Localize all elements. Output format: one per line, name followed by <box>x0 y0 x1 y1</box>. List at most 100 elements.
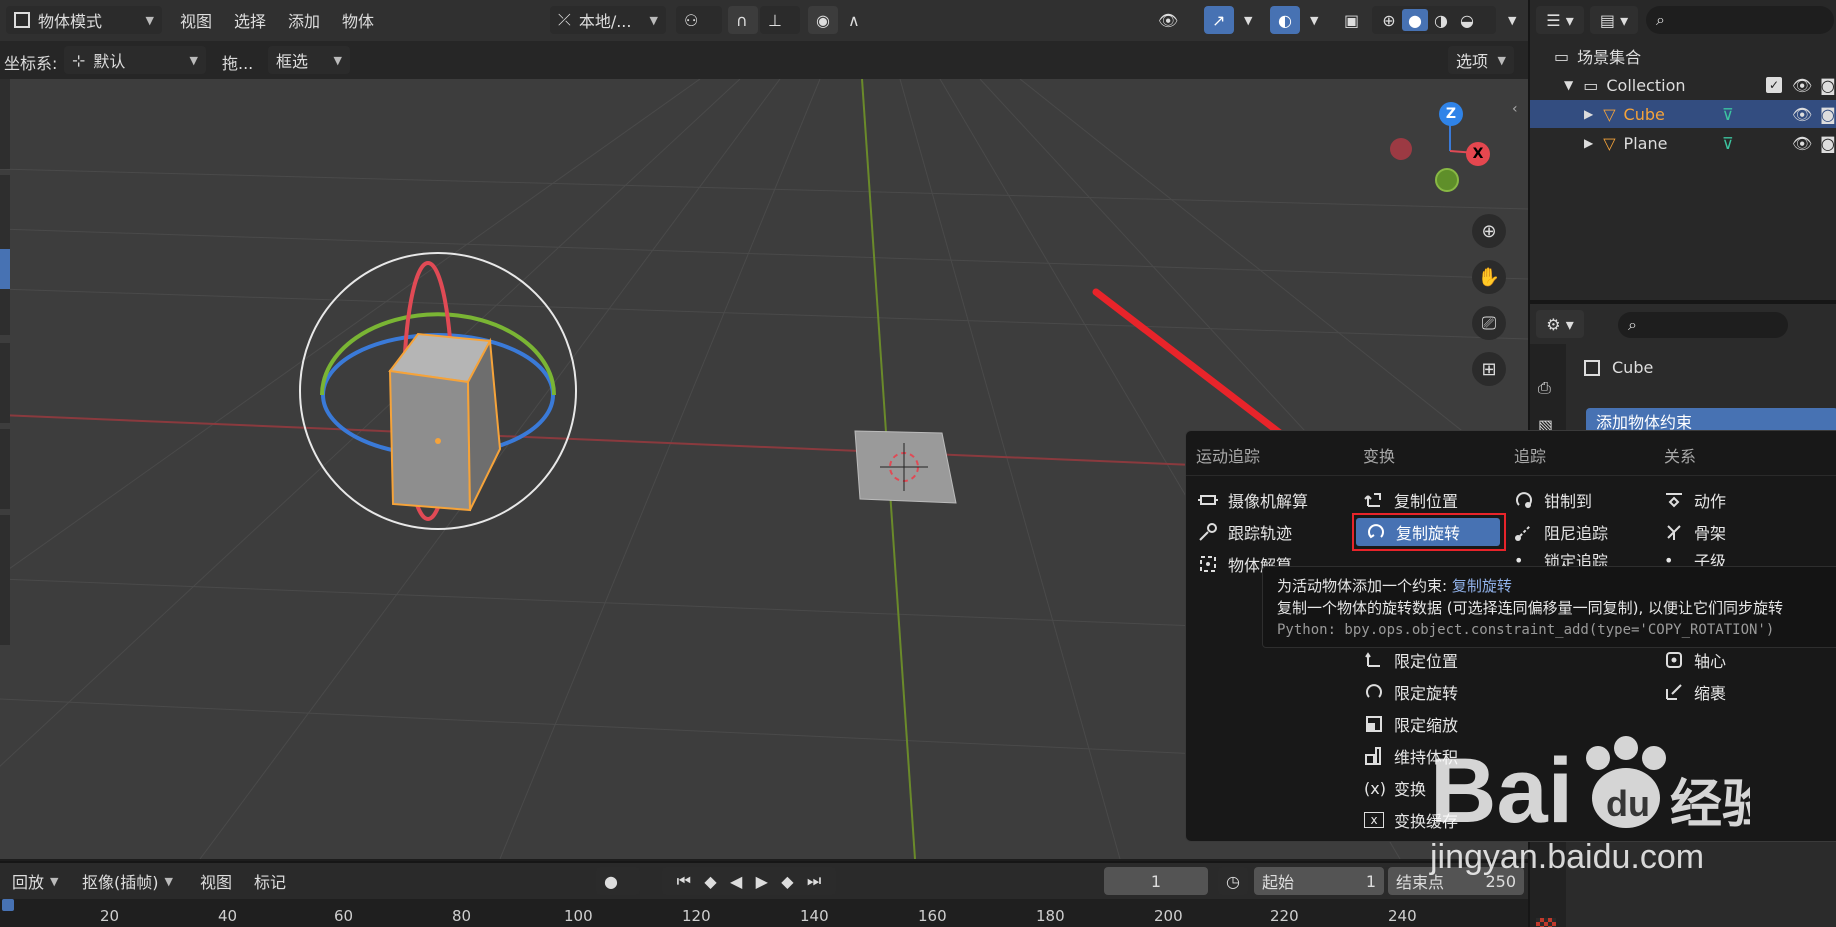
visibility-dropdown[interactable]: 👁 <box>1150 6 1194 34</box>
sidebar-toggle-icon[interactable]: ‹ <box>1512 101 1518 117</box>
snap-toggle[interactable]: ∩ <box>728 6 758 34</box>
start-frame-field[interactable]: 起始 1 <box>1254 867 1384 895</box>
current-frame-field[interactable]: 1 <box>1104 867 1208 895</box>
plane-label: Plane <box>1623 133 1668 153</box>
jump-end-icon[interactable]: ⏭ <box>807 871 821 891</box>
mesh-data-icon[interactable]: ⊽ <box>1722 134 1734 153</box>
drag-mode-dropdown[interactable]: 框选 ▼ <box>268 46 350 74</box>
mesh-object-icon: ▽ <box>1603 133 1616 153</box>
menu-item-shrinkwrap[interactable]: 缩裹 <box>1654 678 1726 706</box>
perspective-grid-icon[interactable]: ⊞ <box>1472 352 1506 386</box>
timeline-view-menu[interactable]: 视图 <box>192 867 240 895</box>
eye-icon[interactable]: 👁 <box>1792 134 1812 153</box>
overlays-dropdown[interactable]: ▼ <box>1302 6 1322 34</box>
mode-dropdown[interactable]: 物体模式 ▼ <box>6 6 162 34</box>
camera-icon[interactable]: ◙ <box>1820 105 1836 124</box>
navigation-gizmo[interactable]: Z X <box>1380 99 1500 209</box>
proportional-edit-toggle[interactable]: ◉ <box>808 6 838 34</box>
camera-icon[interactable]: ◙ <box>1820 76 1836 95</box>
z-axis-handle[interactable]: Z <box>1439 102 1463 126</box>
tab-texture-icon[interactable] <box>1536 918 1556 927</box>
coordinate-system-dropdown[interactable]: ⊹ 默认 ▼ <box>64 46 206 74</box>
menu-item-limit-location[interactable]: 限定位置 <box>1354 646 1458 674</box>
menu-object[interactable]: 物体 <box>334 6 382 34</box>
auto-keying-toggle[interactable]: ● <box>596 867 640 895</box>
expand-arrow-icon[interactable]: ▼ <box>1564 78 1573 92</box>
timeline-marker-menu[interactable]: 标记 <box>246 867 294 895</box>
menu-item-camera-solver[interactable]: 摄像机解算 <box>1188 486 1308 514</box>
cube-front-face[interactable] <box>388 369 472 512</box>
menu-item-action[interactable]: 动作 <box>1654 486 1726 514</box>
neg-y-handle[interactable] <box>1435 168 1459 192</box>
ruler-tick: 60 <box>334 907 354 925</box>
menu-item-pivot[interactable]: 轴心 <box>1654 646 1726 674</box>
expand-arrow-icon[interactable]: ▶ <box>1584 107 1593 121</box>
shading-dropdown[interactable]: ▼ <box>1500 6 1520 34</box>
snap-target-dropdown[interactable]: ⊥ <box>760 6 800 34</box>
menu-item-clamp-to[interactable]: 钳制到 <box>1504 486 1592 514</box>
menu-add[interactable]: 添加 <box>280 6 328 34</box>
orientation-icon: ⤫ <box>558 10 571 29</box>
x-axis-handle[interactable]: X <box>1466 142 1490 166</box>
properties-search-input[interactable]: ⌕ <box>1618 312 1788 338</box>
menu-item-armature[interactable]: 骨架 <box>1654 518 1726 546</box>
damped-track-icon <box>1515 525 1531 541</box>
gizmo-dropdown[interactable]: ▼ <box>1236 6 1256 34</box>
outliner-row-cube[interactable]: ▶ ▽ Cube ⊽ 👁 ◙ <box>1530 100 1836 128</box>
pivot-point-dropdown[interactable]: ⚇ <box>676 6 722 34</box>
follow-track-label: 跟踪轨迹 <box>1228 524 1293 543</box>
options-dropdown[interactable]: 选项 ▼ <box>1448 46 1514 74</box>
material-shading-icon[interactable]: ◑ <box>1428 11 1454 30</box>
jump-start-icon[interactable]: ⏮ <box>677 871 691 891</box>
transform-orientation-dropdown[interactable]: ⤫ 本地/... ▼ <box>550 6 666 34</box>
solid-shading-icon[interactable]: ● <box>1402 9 1428 31</box>
eye-icon[interactable]: 👁 <box>1792 105 1812 124</box>
wireframe-shading-icon[interactable]: ⊕ <box>1376 11 1402 30</box>
menu-item-follow-track[interactable]: 跟踪轨迹 <box>1188 518 1292 546</box>
pan-hand-icon[interactable]: ✋ <box>1472 260 1506 294</box>
gizmo-toggle[interactable]: ↗ <box>1204 6 1234 34</box>
eye-icon[interactable]: 👁 <box>1792 76 1812 95</box>
playhead[interactable] <box>2 899 14 911</box>
tab-output-icon[interactable]: ⎙ <box>1538 378 1551 398</box>
neg-x-handle[interactable] <box>1390 138 1412 160</box>
overlays-toggle[interactable]: ◐ <box>1270 6 1300 34</box>
prev-keyframe-icon[interactable]: ◆ <box>704 872 716 891</box>
timeline-ruler[interactable]: 20 40 60 80 100 120 140 160 180 200 220 … <box>0 899 1528 927</box>
coord-value: 默认 <box>93 52 126 71</box>
mesh-data-icon[interactable]: ⊽ <box>1722 105 1734 124</box>
menu-view[interactable]: 视图 <box>172 6 220 34</box>
keying-dropdown[interactable]: 抠像(插帧) ▼ <box>74 867 181 895</box>
menu-select[interactable]: 选择 <box>226 6 274 34</box>
camera-icon[interactable]: ◙ <box>1820 134 1836 153</box>
menu-item-damped-track[interactable]: 阻尼追踪 <box>1504 518 1608 546</box>
menu-item-limit-rotation[interactable]: 限定旋转 <box>1354 678 1458 706</box>
timeline-editor: 回放 ▼ 抠像(插帧) ▼ 视图 标记 ● ⏮ ◆ ◀ ▶ ◆ ⏭ 1 ◷ 起始 1… <box>0 861 1528 927</box>
camera-view-icon[interactable]: ⎚ <box>1472 306 1506 340</box>
display-mode-dropdown[interactable]: ▤ ▾ <box>1590 6 1638 34</box>
exclude-checkbox[interactable]: ✓ <box>1766 77 1782 93</box>
ruler-tick: 140 <box>800 907 829 925</box>
editor-type-dropdown[interactable]: ☰ ▾ <box>1536 6 1584 34</box>
next-keyframe-icon[interactable]: ◆ <box>781 872 793 891</box>
xray-toggle[interactable]: ▣ <box>1336 6 1366 34</box>
stopwatch-icon: ◷ <box>1226 871 1240 891</box>
menu-item-copy-location[interactable]: 复制位置 <box>1354 486 1458 514</box>
zoom-icon[interactable]: ⊕ <box>1472 214 1506 248</box>
scene-collection-row[interactable]: ▭ 场景集合 <box>1530 42 1836 70</box>
menu-item-transformation[interactable]: (x) 变换 <box>1354 774 1426 802</box>
active-tool-indicator[interactable] <box>0 249 10 289</box>
preview-range-toggle[interactable]: ◷ <box>1218 867 1248 895</box>
play-icon[interactable]: ▶ <box>756 872 768 891</box>
properties-editor-dropdown[interactable]: ⚙ ▾ <box>1536 310 1584 338</box>
expand-arrow-icon[interactable]: ▶ <box>1584 136 1593 150</box>
outliner-row-plane[interactable]: ▶ ▽ Plane ⊽ 👁 ◙ <box>1530 129 1836 157</box>
falloff-dropdown[interactable]: ∧ <box>840 6 880 34</box>
scene-collection-label: 场景集合 <box>1577 48 1642 67</box>
outliner-search-input[interactable]: ⌕ <box>1646 6 1834 34</box>
eye-icon: 👁 <box>1158 10 1179 30</box>
outliner-row-collection[interactable]: ▼ ▭ Collection ✓ 👁 ◙ <box>1530 71 1836 99</box>
play-reverse-icon[interactable]: ◀ <box>730 872 742 891</box>
rendered-shading-icon[interactable]: ◒ <box>1454 11 1480 30</box>
playback-dropdown[interactable]: 回放 ▼ <box>4 867 66 895</box>
